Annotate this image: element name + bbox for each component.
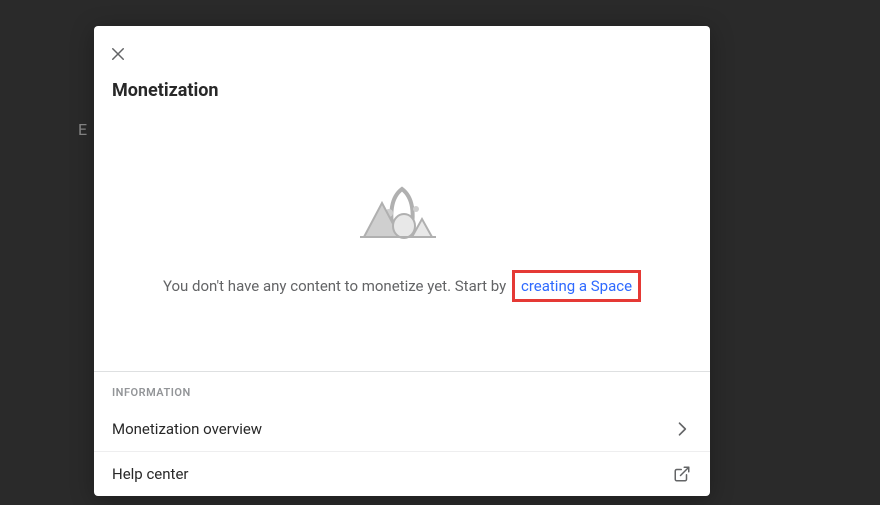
information-section: INFORMATION Monetization overview Help c…	[94, 371, 710, 496]
information-header: INFORMATION	[94, 372, 710, 407]
empty-state: You don't have any content to monetize y…	[94, 101, 710, 371]
empty-state-text: You don't have any content to monetize y…	[163, 277, 641, 295]
chevron-right-icon	[672, 419, 692, 439]
empty-state-prefix: You don't have any content to monetize y…	[163, 277, 506, 295]
creating-space-link[interactable]: creating a Space	[512, 270, 641, 302]
monetization-overview-row[interactable]: Monetization overview	[94, 407, 710, 452]
info-row-label: Monetization overview	[112, 420, 262, 438]
empty-state-illustration-icon	[356, 171, 448, 249]
modal-title: Monetization	[94, 26, 710, 101]
close-icon	[109, 45, 127, 63]
monetization-modal: Monetization You don't have any content …	[94, 26, 710, 496]
external-link-icon	[672, 464, 692, 484]
close-button[interactable]	[106, 42, 130, 66]
info-row-label: Help center	[112, 465, 188, 483]
help-center-row[interactable]: Help center	[94, 452, 710, 496]
backdrop-partial-text: E	[78, 120, 87, 139]
